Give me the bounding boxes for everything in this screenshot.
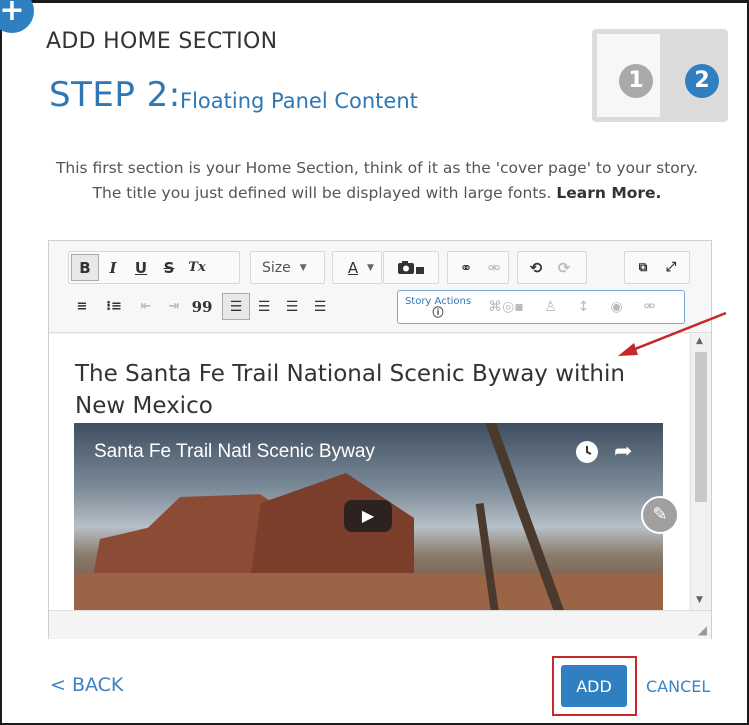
font-color-icon: A [347,258,359,277]
media-group [383,251,439,284]
editor-content[interactable]: The Santa Fe Trail National Scenic Byway… [49,334,689,610]
clear-format-button[interactable]: Tx [183,254,211,281]
annotation-arrow [618,311,727,356]
fullscreen-icon[interactable]: ⤢ [657,254,685,281]
editor-toolbar: B I U S Tx Size ▼ A ▼ ⚭ ⚮ ⟲ ⟳ ⧉ ⤢ ≡ ⁝≡ ⇤… [49,241,711,333]
story-actions-label: Story Actions ⓘ [398,296,478,318]
map-media-icon[interactable]: ⌘◎▪ [478,299,534,315]
rich-text-editor: B I U S Tx Size ▼ A ▼ ⚭ ⚮ ⟲ ⟳ ⧉ ⤢ ≡ ⁝≡ ⇤… [48,240,712,639]
embedded-video[interactable]: Santa Fe Trail Natl Scenic Byway ➦ ▶ [74,423,663,610]
locate-icon[interactable]: ♙ [534,299,567,315]
play-icon[interactable]: ▶ [344,500,392,532]
step-1-badge[interactable]: 1 [619,64,653,98]
link-icon[interactable]: ⚭ [452,254,480,281]
chevron-down-icon: ▼ [367,262,374,273]
undo-icon[interactable]: ⟲ [522,254,550,281]
indent-icon[interactable]: ⇥ [160,293,188,320]
plus-icon: + [0,0,34,33]
step-subtitle: Floating Panel Content [180,89,418,113]
share-icon[interactable]: ➦ [614,439,632,464]
intro-line-2: The title you just defined will be displ… [42,181,712,206]
cancel-link[interactable]: CANCEL [646,677,710,696]
view-group: ⧉ ⤢ [624,251,690,284]
paragraph-group: ≡ ⁝≡ ⇤ ⇥ 99 ☰ ☰ ☰ ☰ [68,290,390,323]
content-heading[interactable]: The Santa Fe Trail National Scenic Byway… [75,358,655,422]
chevron-down-icon: ▼ [299,262,307,273]
redo-icon[interactable]: ⟳ [550,254,578,281]
step-2-badge[interactable]: 2 [685,64,719,98]
blockquote-button[interactable]: 99 [188,293,216,320]
underline-button[interactable]: U [127,254,155,281]
size-dropdown-label: Size [262,259,291,276]
strikethrough-button[interactable]: S [155,254,183,281]
info-icon[interactable]: ⓘ [398,307,478,318]
italic-button[interactable]: I [99,254,127,281]
step-label: STEP 2: [49,75,181,115]
vertical-resize-icon[interactable]: ↕ [567,299,600,315]
numbered-list-icon[interactable]: ≡ [68,293,96,320]
intro-text: This first section is your Home Section,… [42,156,712,206]
source-icon[interactable]: ⧉ [629,254,657,281]
bulleted-list-icon[interactable]: ⁝≡ [100,293,128,320]
watch-later-icon[interactable] [576,441,598,463]
align-right-icon[interactable]: ☰ [278,293,306,320]
resize-handle-icon[interactable]: ◢ [698,623,707,637]
video-ground [74,573,663,610]
link-group: ⚭ ⚮ [447,251,509,284]
outdent-icon[interactable]: ⇤ [132,293,160,320]
learn-more-link[interactable]: Learn More. [556,184,661,202]
step-indicator: 1 2 [592,29,728,122]
align-center-icon[interactable]: ☰ [250,293,278,320]
size-dropdown[interactable]: Size ▼ [250,251,325,284]
align-justify-icon[interactable]: ☰ [306,293,334,320]
align-left-icon[interactable]: ☰ [222,293,250,320]
font-color-dropdown[interactable]: A ▼ [332,251,382,284]
history-group: ⟲ ⟳ [517,251,587,284]
edit-pencil-icon[interactable]: ✎ [641,496,679,534]
dialog-frame: + ADD HOME SECTION STEP 2: Floating Pane… [0,0,749,725]
scroll-down-icon[interactable]: ▼ [696,595,703,605]
unlink-icon[interactable]: ⚮ [480,254,508,281]
editor-scrollbar[interactable]: ▲ ▼ [690,334,711,609]
dialog-title: ADD HOME SECTION [46,29,278,54]
intro-line-1: This first section is your Home Section,… [55,159,699,177]
format-group: B I U S Tx [68,251,240,284]
add-button[interactable]: ADD [561,665,627,707]
intro-line-2-text: The title you just defined will be displ… [92,184,552,202]
bold-button[interactable]: B [71,254,99,281]
video-title: Santa Fe Trail Natl Scenic Byway [94,441,375,462]
scroll-thumb[interactable] [695,352,707,502]
camera-icon[interactable] [394,254,428,281]
back-link[interactable]: < BACK [50,674,123,696]
editor-status-bar: ◢ [49,610,711,639]
